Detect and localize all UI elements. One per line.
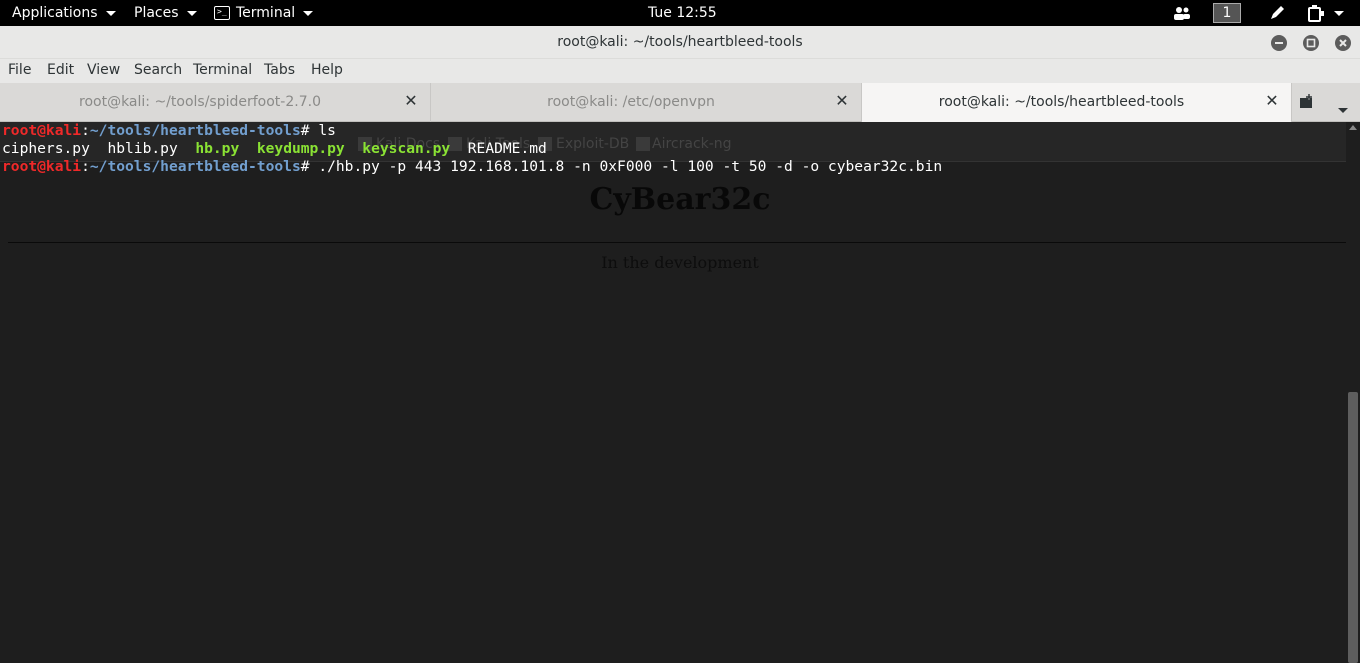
tab-label: root@kali: ~/tools/spiderfoot-2.7.0: [79, 94, 321, 110]
applications-menu[interactable]: Applications: [12, 0, 116, 26]
minimize-button[interactable]: [1271, 35, 1287, 51]
places-label: Places: [134, 5, 179, 21]
window-titlebar[interactable]: root@kali: ~/tools/heartbleed-tools: [0, 26, 1360, 59]
clock[interactable]: Tue 12:55: [648, 0, 717, 26]
terminal-icon: >_: [214, 6, 230, 20]
close-icon: [1339, 39, 1347, 47]
clock-label: Tue 12:55: [648, 5, 717, 21]
prompt-path: ~/tools/heartbleed-tools: [89, 122, 301, 139]
tab-bar: root@kali: ~/tools/spiderfoot-2.7.0 ✕ ro…: [0, 83, 1360, 122]
terminal-line: root@kali:~/tools/heartbleed-tools# ./hb…: [2, 158, 943, 175]
top-panel: Applications Places >_ Terminal Tue 12:5…: [0, 0, 1360, 26]
command: ls: [318, 122, 336, 139]
people-icon[interactable]: [1172, 0, 1192, 26]
file-entry: hb.py: [195, 140, 240, 157]
close-icon[interactable]: ✕: [1265, 93, 1279, 109]
terminal-line: ciphers.py hblib.py hb.py keydump.py key…: [2, 140, 942, 158]
file-entry: keydump.py: [256, 140, 345, 157]
maximize-button[interactable]: [1303, 35, 1319, 51]
window-title: root@kali: ~/tools/heartbleed-tools: [557, 34, 803, 50]
places-menu[interactable]: Places: [134, 0, 197, 26]
chevron-down-icon: [303, 10, 314, 16]
scroll-up-icon[interactable]: [1349, 125, 1357, 130]
terminal-view[interactable]: Kali Docs Kali Tools Exploit-DB Aircrack…: [0, 122, 1346, 663]
file-entry: ciphers.py: [2, 140, 90, 157]
prompt-user: root@kali: [2, 122, 82, 139]
file-entry: README.md: [467, 140, 547, 157]
tab-heartbleed-tools[interactable]: root@kali: ~/tools/heartbleed-tools ✕: [862, 83, 1292, 122]
workspace-number: 1: [1213, 3, 1241, 23]
tab-label: root@kali: ~/tools/heartbleed-tools: [938, 94, 1185, 110]
chevron-down-icon: [1334, 10, 1344, 16]
close-button[interactable]: [1335, 35, 1351, 51]
terminal-line: root@kali:~/tools/heartbleed-tools# ls: [2, 122, 336, 139]
battery-icon: [1308, 5, 1324, 22]
prompt-user: root@kali: [2, 158, 82, 175]
workspace-indicator[interactable]: 1: [1213, 0, 1241, 26]
menu-file[interactable]: File: [8, 62, 31, 78]
ghost-heading: CyBear32c: [589, 182, 771, 217]
transparent-background-page: Kali Docs Kali Tools Exploit-DB Aircrack…: [0, 122, 1346, 663]
tab-label: root@kali: /etc/openvpn: [547, 94, 715, 110]
system-menu[interactable]: [1306, 0, 1344, 26]
terminal-app-label: Terminal: [236, 5, 296, 21]
close-icon[interactable]: ✕: [835, 93, 849, 109]
new-tab-icon: [1300, 94, 1312, 108]
chevron-down-icon: [186, 10, 197, 16]
applications-label: Applications: [12, 5, 98, 21]
menubar: File Edit View Search Terminal Tabs Help: [0, 59, 1360, 83]
tab-spiderfoot[interactable]: root@kali: ~/tools/spiderfoot-2.7.0 ✕: [0, 83, 431, 122]
menu-tabs[interactable]: Tabs: [264, 62, 295, 78]
menu-view[interactable]: View: [87, 62, 120, 78]
command: ./hb.py -p 443 192.168.101.8 -n 0xF000 -…: [318, 158, 943, 175]
chevron-down-icon: [1338, 108, 1348, 113]
terminal-app-menu[interactable]: >_ Terminal: [214, 0, 314, 26]
terminal-output: root@kali:~/tools/heartbleed-tools# ls ci…: [2, 122, 942, 176]
menu-search[interactable]: Search: [134, 62, 182, 78]
new-tab-button[interactable]: [1298, 93, 1316, 111]
close-icon[interactable]: ✕: [404, 93, 418, 109]
file-entry: hblib.py: [107, 140, 178, 157]
tab-openvpn[interactable]: root@kali: /etc/openvpn ✕: [431, 83, 862, 122]
chevron-down-icon: [105, 10, 116, 16]
maximize-icon: [1306, 38, 1316, 48]
minimize-icon: [1275, 42, 1283, 44]
ghost-divider: [8, 242, 1346, 243]
ghost-subtitle: In the development: [601, 253, 759, 272]
menu-terminal[interactable]: Terminal: [193, 62, 252, 78]
menu-help[interactable]: Help: [311, 62, 343, 78]
scrollbar[interactable]: [1346, 122, 1360, 663]
menu-edit[interactable]: Edit: [47, 62, 74, 78]
file-entry: keyscan.py: [362, 140, 451, 157]
pen-icon[interactable]: [1268, 0, 1286, 26]
scrollbar-thumb[interactable]: [1348, 392, 1358, 663]
prompt-path: ~/tools/heartbleed-tools: [89, 158, 301, 175]
tab-list-button[interactable]: [1336, 98, 1354, 116]
